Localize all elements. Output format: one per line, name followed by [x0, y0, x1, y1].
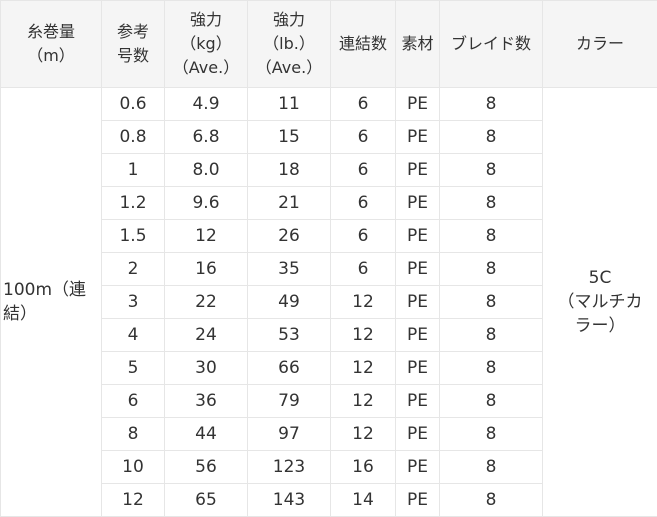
material-cell: PE [396, 484, 440, 517]
link-count-cell: 12 [331, 319, 396, 352]
material-cell: PE [396, 418, 440, 451]
material-cell: PE [396, 352, 440, 385]
strength-kg-cell: 22 [165, 286, 248, 319]
link-count-cell: 6 [331, 220, 396, 253]
color-cell: 5C （マルチカ ラー） [543, 88, 657, 517]
braid-count-cell: 8 [440, 88, 543, 121]
material-cell: PE [396, 286, 440, 319]
header-material: 素材 [396, 1, 440, 88]
spool-length-cell: 100m（連 結） [1, 88, 102, 517]
braid-count-cell: 8 [440, 187, 543, 220]
link-count-cell: 6 [331, 121, 396, 154]
material-cell: PE [396, 88, 440, 121]
header-strength-lb: 強力 （lb.） （Ave.） [248, 1, 331, 88]
strength-lb-cell: 21 [248, 187, 331, 220]
braid-count-cell: 8 [440, 286, 543, 319]
size-cell: 1.2 [102, 187, 165, 220]
braid-count-cell: 8 [440, 352, 543, 385]
strength-kg-cell: 9.6 [165, 187, 248, 220]
strength-lb-cell: 35 [248, 253, 331, 286]
line-spec-table: 糸巻量 （m） 参考 号数 強力 （kg） （Ave.） 強力 （lb.） （A… [0, 0, 657, 517]
braid-count-cell: 8 [440, 220, 543, 253]
strength-kg-cell: 56 [165, 451, 248, 484]
braid-count-cell: 8 [440, 484, 543, 517]
strength-lb-cell: 123 [248, 451, 331, 484]
header-color: カラー [543, 1, 657, 88]
strength-lb-cell: 66 [248, 352, 331, 385]
strength-lb-cell: 79 [248, 385, 331, 418]
header-braid-count: ブレイド数 [440, 1, 543, 88]
braid-count-cell: 8 [440, 154, 543, 187]
link-count-cell: 6 [331, 253, 396, 286]
size-cell: 6 [102, 385, 165, 418]
size-cell: 8 [102, 418, 165, 451]
size-cell: 1.5 [102, 220, 165, 253]
braid-count-cell: 8 [440, 319, 543, 352]
header-strength-kg: 強力 （kg） （Ave.） [165, 1, 248, 88]
size-cell: 10 [102, 451, 165, 484]
material-cell: PE [396, 187, 440, 220]
link-count-cell: 12 [331, 286, 396, 319]
link-count-cell: 6 [331, 154, 396, 187]
strength-kg-cell: 8.0 [165, 154, 248, 187]
link-count-cell: 12 [331, 418, 396, 451]
size-cell: 0.6 [102, 88, 165, 121]
strength-kg-cell: 4.9 [165, 88, 248, 121]
strength-lb-cell: 15 [248, 121, 331, 154]
size-cell: 1 [102, 154, 165, 187]
material-cell: PE [396, 319, 440, 352]
link-count-cell: 14 [331, 484, 396, 517]
strength-lb-cell: 143 [248, 484, 331, 517]
strength-kg-cell: 44 [165, 418, 248, 451]
header-spool-length: 糸巻量 （m） [1, 1, 102, 88]
strength-kg-cell: 30 [165, 352, 248, 385]
material-cell: PE [396, 121, 440, 154]
strength-lb-cell: 97 [248, 418, 331, 451]
link-count-cell: 6 [331, 88, 396, 121]
link-count-cell: 16 [331, 451, 396, 484]
material-cell: PE [396, 253, 440, 286]
table-row: 100m（連 結） 0.6 4.9 11 6 PE 8 5C （マルチカ ラー） [1, 88, 657, 121]
strength-lb-cell: 11 [248, 88, 331, 121]
strength-kg-cell: 36 [165, 385, 248, 418]
size-cell: 3 [102, 286, 165, 319]
size-cell: 12 [102, 484, 165, 517]
strength-kg-cell: 6.8 [165, 121, 248, 154]
strength-lb-cell: 53 [248, 319, 331, 352]
size-cell: 5 [102, 352, 165, 385]
material-cell: PE [396, 385, 440, 418]
link-count-cell: 12 [331, 385, 396, 418]
material-cell: PE [396, 154, 440, 187]
strength-kg-cell: 16 [165, 253, 248, 286]
size-cell: 4 [102, 319, 165, 352]
braid-count-cell: 8 [440, 385, 543, 418]
braid-count-cell: 8 [440, 418, 543, 451]
braid-count-cell: 8 [440, 451, 543, 484]
braid-count-cell: 8 [440, 253, 543, 286]
header-reference-size: 参考 号数 [102, 1, 165, 88]
strength-lb-cell: 26 [248, 220, 331, 253]
material-cell: PE [396, 451, 440, 484]
strength-kg-cell: 12 [165, 220, 248, 253]
size-cell: 0.8 [102, 121, 165, 154]
strength-lb-cell: 18 [248, 154, 331, 187]
strength-kg-cell: 65 [165, 484, 248, 517]
material-cell: PE [396, 220, 440, 253]
table-header-row: 糸巻量 （m） 参考 号数 強力 （kg） （Ave.） 強力 （lb.） （A… [1, 1, 657, 88]
link-count-cell: 12 [331, 352, 396, 385]
braid-count-cell: 8 [440, 121, 543, 154]
size-cell: 2 [102, 253, 165, 286]
strength-kg-cell: 24 [165, 319, 248, 352]
strength-lb-cell: 49 [248, 286, 331, 319]
header-link-count: 連結数 [331, 1, 396, 88]
link-count-cell: 6 [331, 187, 396, 220]
